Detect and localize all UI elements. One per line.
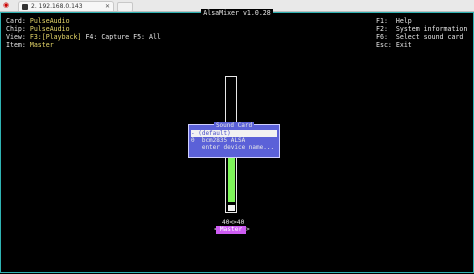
sound-card-option-bcm2835[interactable]: 0 bcm2835 ALSA bbox=[191, 137, 277, 144]
dialog-title: Sound Card bbox=[213, 122, 255, 129]
item-label: Item: bbox=[6, 41, 26, 49]
card-label: Card: bbox=[6, 17, 26, 25]
chip-value: PulseAudio bbox=[29, 25, 70, 33]
view-all[interactable]: F5: All bbox=[133, 33, 161, 41]
view-capture[interactable]: F4: Capture bbox=[85, 33, 129, 41]
channel-bracket-right: > bbox=[246, 226, 250, 233]
volume-readout: 40<>40 bbox=[222, 219, 245, 226]
card-value: PulseAudio bbox=[29, 17, 70, 25]
help-f1[interactable]: F1: Help bbox=[376, 17, 467, 25]
window-control-icon[interactable]: ◉ bbox=[3, 1, 9, 9]
window-title: AlsaMixer v1.0.28 bbox=[201, 9, 273, 17]
help-esc[interactable]: Esc: Exit bbox=[376, 41, 467, 49]
sound-card-option-default[interactable]: - (default) bbox=[191, 130, 277, 137]
chip-label: Chip: bbox=[6, 25, 26, 33]
help-f6[interactable]: F6: Select sound card bbox=[376, 33, 467, 41]
sound-card-dialog: Sound Card - (default) 0 bcm2835 ALSA en… bbox=[188, 122, 280, 158]
item-value: Master bbox=[29, 41, 54, 49]
volume-level-bar bbox=[228, 154, 235, 202]
view-playback[interactable]: F3:[Playback] bbox=[30, 33, 82, 41]
view-label: View: bbox=[6, 33, 26, 41]
mixer-info: Card: PulseAudio Chip: PulseAudio View: … bbox=[6, 17, 161, 49]
sound-card-option-enter-device[interactable]: enter device name... bbox=[191, 144, 277, 151]
channel-name[interactable]: Master bbox=[216, 226, 246, 234]
help-keys: F1: Help F2: System information F6: Sele… bbox=[376, 17, 467, 49]
volume-mute-indicator bbox=[228, 205, 235, 211]
help-f2[interactable]: F2: System information bbox=[376, 25, 467, 33]
